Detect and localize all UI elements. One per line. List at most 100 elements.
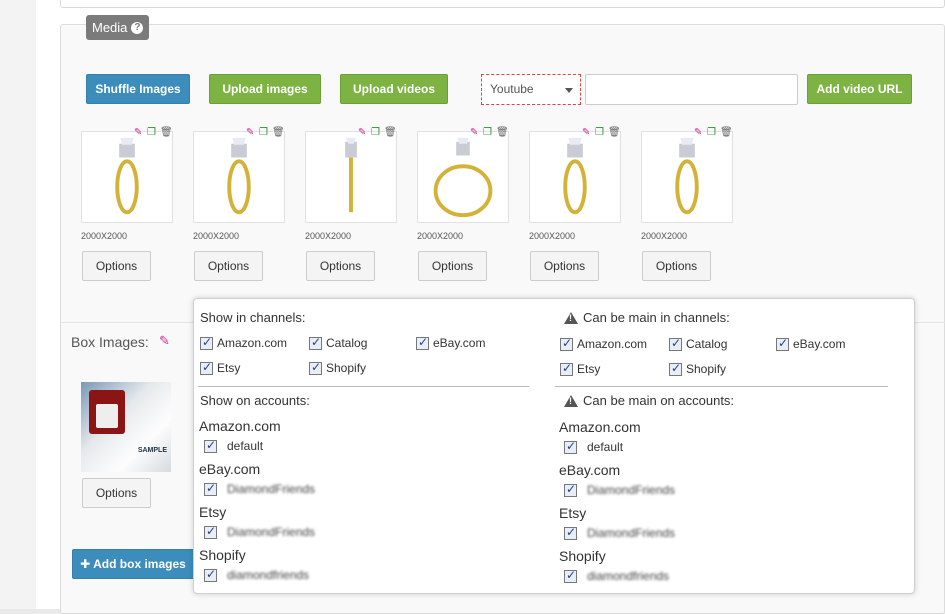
checkbox[interactable] (309, 360, 322, 375)
checkbox[interactable] (564, 439, 577, 454)
edit-icon[interactable]: ✎ (246, 127, 256, 138)
image-options-button[interactable]: Options (418, 251, 487, 281)
account-label: default (227, 439, 264, 453)
checkbox[interactable] (200, 335, 213, 350)
image-options-button[interactable]: Options (642, 251, 711, 281)
edit-icon[interactable]: ✎ (694, 127, 704, 138)
trash-icon[interactable]: 🗑 (608, 127, 621, 138)
shuffle-images-button[interactable]: Shuffle Images (86, 74, 190, 104)
channel-checkbox-row[interactable]: Etsy (560, 361, 600, 376)
image-options-button[interactable]: Options (306, 251, 375, 281)
account-checkbox-row[interactable]: default (564, 439, 623, 454)
product-image-thumbnail[interactable]: ✎ ❐ 🗑 (193, 127, 285, 223)
copy-icon[interactable]: ❐ (483, 127, 493, 138)
show-on-accounts-heading: Show on accounts: (200, 393, 310, 408)
account-checkbox-row[interactable]: DiamondFriends (564, 482, 675, 497)
product-image-thumbnail[interactable]: ✎ ❐ 🗑 (81, 127, 173, 223)
edit-icon[interactable]: ✎ (470, 127, 480, 138)
channel-checkbox-row[interactable]: eBay.com (416, 335, 485, 350)
checkbox[interactable] (564, 525, 577, 540)
video-url-input[interactable] (585, 74, 798, 105)
box-image-options-button[interactable]: Options (82, 478, 151, 508)
help-icon[interactable]: ? (131, 21, 144, 34)
image-size-label: 2000X2000 (641, 231, 688, 241)
copy-icon[interactable]: ❐ (707, 127, 717, 138)
media-title: Media (92, 20, 128, 35)
add-box-images-button[interactable]: ✚ Add box images (72, 549, 194, 579)
channel-checkbox-row[interactable]: Amazon.com (560, 336, 647, 351)
channel-checkbox-row[interactable]: Etsy (200, 360, 240, 375)
checkbox[interactable] (204, 567, 217, 582)
account-group-name: Etsy (559, 505, 587, 521)
chevron-down-icon (565, 88, 573, 93)
checkbox[interactable] (560, 336, 573, 351)
channel-checkbox-row[interactable]: Shopify (309, 360, 367, 375)
checkbox[interactable] (669, 361, 682, 376)
show-on-accounts-title: Show on accounts: (200, 393, 310, 408)
ring-box-picture (89, 390, 125, 434)
checkbox[interactable] (560, 361, 573, 376)
copy-icon[interactable]: ❐ (259, 127, 269, 138)
checkbox[interactable] (200, 360, 213, 375)
checkbox[interactable] (669, 336, 682, 351)
channel-options-popup: Show in channels: Can be main in channel… (193, 298, 915, 594)
ring-picture (675, 137, 699, 215)
checkbox[interactable] (564, 568, 577, 583)
edit-icon[interactable]: ✎ (582, 127, 592, 138)
checkbox[interactable] (204, 438, 217, 453)
ring-picture (345, 137, 357, 213)
trash-icon[interactable]: 🗑 (384, 127, 397, 138)
product-image-thumbnail[interactable]: ✎ ❐ 🗑 (417, 127, 509, 223)
account-checkbox-row[interactable]: diamondfriends (204, 567, 310, 582)
box-image-thumbnail[interactable]: SAMPLE (81, 382, 171, 472)
edit-icon[interactable]: ✎ (134, 127, 144, 138)
product-image-thumbnail[interactable]: ✎ ❐ 🗑 (305, 127, 397, 223)
upload-images-button[interactable]: Upload images (209, 74, 321, 104)
copy-icon[interactable]: ❐ (371, 127, 381, 138)
channel-label: Shopify (326, 361, 367, 375)
account-checkbox-row[interactable]: default (204, 438, 264, 453)
channel-label: Amazon.com (217, 336, 288, 350)
product-image-thumbnail[interactable]: ✎ ❐ 🗑 (529, 127, 621, 223)
thumbnail-actions: ✎ ❐ 🗑 (134, 127, 173, 138)
warning-icon (564, 311, 578, 324)
checkbox[interactable] (309, 335, 322, 350)
account-checkbox-row[interactable]: diamondfriends (564, 568, 669, 583)
popup-divider-right (555, 386, 888, 387)
image-options-button[interactable]: Options (82, 251, 151, 281)
account-label: diamondfriends (227, 568, 310, 582)
checkbox[interactable] (416, 335, 429, 350)
checkbox[interactable] (204, 481, 217, 496)
channel-checkbox-row[interactable]: Amazon.com (200, 335, 288, 350)
channel-checkbox-row[interactable]: Shopify (669, 361, 726, 376)
product-image-thumbnail[interactable]: ✎ ❐ 🗑 (641, 127, 733, 223)
channel-checkbox-row[interactable]: eBay.com (776, 336, 845, 351)
checkbox[interactable] (204, 524, 217, 539)
account-checkbox-row[interactable]: DiamondFriends (204, 524, 315, 539)
trash-icon[interactable]: 🗑 (160, 127, 173, 138)
account-checkbox-row[interactable]: DiamondFriends (204, 481, 315, 496)
trash-icon[interactable]: 🗑 (720, 127, 733, 138)
add-video-url-button[interactable]: Add video URL (807, 74, 912, 104)
account-group-name: Etsy (199, 504, 227, 520)
account-checkbox-row[interactable]: DiamondFriends (564, 525, 675, 540)
channel-checkbox-row[interactable]: Catalog (309, 335, 367, 350)
main-in-channels-title: Can be main in channels: (583, 310, 730, 325)
video-source-select[interactable]: Youtube (481, 74, 581, 105)
copy-icon[interactable]: ❐ (147, 127, 157, 138)
copy-icon[interactable]: ❐ (595, 127, 605, 138)
image-size-label: 2000X2000 (529, 231, 576, 241)
checkbox[interactable] (564, 482, 577, 497)
edit-icon[interactable]: ✎ (159, 333, 170, 349)
trash-icon[interactable]: 🗑 (272, 127, 285, 138)
edit-icon[interactable]: ✎ (358, 127, 368, 138)
trash-icon[interactable]: 🗑 (496, 127, 509, 138)
image-options-button[interactable]: Options (194, 251, 263, 281)
upload-videos-button[interactable]: Upload videos (340, 74, 448, 104)
main-in-channels-heading: Can be main in channels: (564, 310, 730, 325)
image-options-button[interactable]: Options (530, 251, 599, 281)
channel-checkbox-row[interactable]: Catalog (669, 336, 727, 351)
checkbox[interactable] (776, 336, 789, 351)
video-source-value: Youtube (490, 82, 534, 96)
thumbnail-actions: ✎ ❐ 🗑 (358, 127, 397, 138)
